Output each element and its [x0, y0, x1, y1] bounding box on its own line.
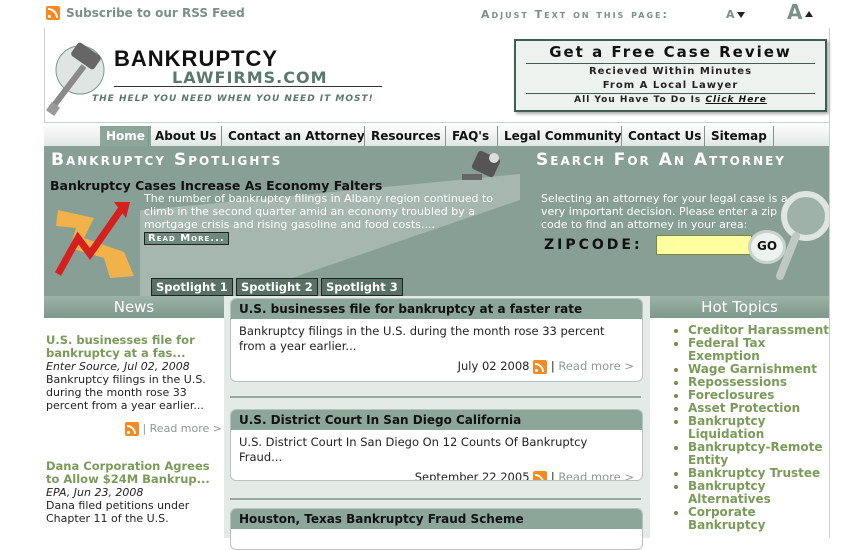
spotlight-title: Bankruptcy Spotlights [51, 150, 283, 170]
news-item-title[interactable]: U.S. businesses file for bankruptcy at a… [46, 334, 222, 360]
zipcode-label: ZIPCODE: [544, 237, 643, 253]
go-button[interactable]: GO [748, 230, 786, 264]
logo-divider [114, 86, 382, 87]
hot-topic-item[interactable]: Bankruptcy Alternatives [688, 480, 829, 506]
search-description: Selecting an attorney for your legal cas… [541, 192, 788, 231]
free-case-review-banner[interactable]: Get a Free Case Review Recieved Within M… [514, 39, 827, 112]
hot-topic-item[interactable]: Bankruptcy-Remote Entity [688, 441, 829, 467]
review-divider [526, 63, 815, 64]
hot-topics-heading: Hot Topics [650, 296, 829, 318]
review-line-1: Recieved Within Minutes [588, 66, 753, 77]
article-title[interactable]: U.S. District Court In San Diego Califor… [231, 410, 642, 430]
gavel-logo-icon[interactable] [44, 38, 114, 118]
article-card: U.S. businesses file for bankruptcy at a… [230, 298, 643, 382]
news-column: News U.S. businesses file for bankruptcy… [44, 296, 224, 538]
article-divider [230, 396, 641, 398]
articles-column: U.S. businesses file for bankruptcy at a… [224, 296, 650, 550]
spotlight-read-more-button[interactable]: Read More... [144, 232, 229, 245]
nav-contact-attorney[interactable]: Contact an Attorney [221, 126, 371, 146]
review-divider [526, 93, 815, 94]
tagline: THE HELP YOU NEED WHEN YOU NEED IT MOST! [92, 94, 374, 104]
spotlight-tab-3[interactable]: Spotlight 3 [321, 278, 403, 296]
rss-subscribe-link[interactable]: Subscribe to our RSS Feed [46, 6, 245, 20]
spotlight-lamp-icon [462, 150, 501, 180]
logo-subtitle: LAWFIRMS.COM [172, 68, 328, 87]
search-attorney-title: Search For An Attorney [536, 150, 787, 170]
article-footer: September 22 2005 | Read more > [231, 470, 642, 481]
article-card: U.S. District Court In San Diego Califor… [230, 409, 643, 481]
article-title[interactable]: U.S. businesses file for bankruptcy at a… [231, 299, 642, 319]
rss-icon [46, 6, 60, 20]
rss-icon[interactable] [124, 422, 139, 436]
zipcode-input[interactable] [656, 235, 752, 255]
article-card: Houston, Texas Bankruptcy Fraud Scheme [230, 508, 643, 550]
rss-subscribe-label: Subscribe to our RSS Feed [66, 6, 245, 20]
nav-sitemap[interactable]: Sitemap [704, 126, 774, 146]
article-date: July 02 2008 [457, 359, 530, 373]
news-item-text: Bankruptcy filings in the U.S. during th… [46, 373, 206, 412]
nav-legal-community[interactable]: Legal Community [497, 126, 628, 146]
hot-topics-column: Hot Topics Creditor Harassment Federal T… [650, 296, 829, 538]
hot-topic-item[interactable]: Federal Tax Exemption [688, 337, 829, 363]
adjust-text-label: Adjust Text on this page: [481, 8, 669, 21]
spotlight-body: The number of bankruptcy filings in Alba… [144, 192, 494, 231]
review-title: Get a Free Case Review [549, 43, 792, 61]
rss-icon[interactable] [533, 359, 548, 374]
rss-icon[interactable] [533, 470, 548, 480]
site-header: BANKRUPTCY LAWFIRMS.COM THE HELP YOU NEE… [44, 28, 829, 122]
news-item: Dana Corporation Agrees to Allow $24M Ba… [44, 460, 224, 526]
main-nav: Home About Us Contact an Attorney Resour… [44, 122, 829, 148]
hot-topics-list: Creditor Harassment Federal Tax Exemptio… [650, 324, 829, 532]
news-item: U.S. businesses file for bankruptcy at a… [44, 334, 224, 436]
click-here-link[interactable]: Click Here [705, 95, 766, 105]
spotlight-tab-1[interactable]: Spotlight 1 [151, 278, 233, 296]
hot-topic-item[interactable]: Corporate Bankruptcy [688, 506, 829, 532]
spotlight-tab-2[interactable]: Spotlight 2 [236, 278, 318, 296]
nav-faqs[interactable]: FAQ's [445, 126, 495, 146]
hot-topic-item[interactable]: Bankruptcy Liquidation [688, 415, 829, 441]
review-line-3: All You Have To Do Is Click Here [516, 95, 825, 105]
article-date: September 22 2005 [414, 470, 530, 481]
nav-resources[interactable]: Resources [364, 126, 447, 146]
review-line-2: From A Local Lawyer [602, 80, 739, 91]
news-item-title[interactable]: Dana Corporation Agrees to Allow $24M Ba… [46, 460, 222, 486]
news-item-text: Dana filed petitions under Chapter 11 of… [46, 499, 190, 525]
nav-about-us[interactable]: About Us [148, 126, 222, 146]
magnifier-icon [776, 191, 829, 280]
news-read-more-link[interactable]: Read more > [150, 422, 222, 435]
review-line-3-prefix: All You Have To Do Is [574, 95, 702, 105]
text-small-a: A [726, 8, 735, 21]
increase-arrow-icon [805, 10, 814, 17]
news-item-footer: | Read more > [46, 422, 222, 436]
article-read-more-link[interactable]: Read more > [558, 359, 634, 373]
decrease-arrow-icon [736, 12, 745, 18]
top-bar: Subscribe to our RSS Feed Adjust Text on… [0, 0, 868, 28]
falling-chart-icon [54, 202, 134, 278]
article-title[interactable]: Houston, Texas Bankruptcy Fraud Scheme [231, 509, 642, 529]
news-item-source: Enter Source, Jul 02, 2008 [46, 360, 190, 373]
text-large-a: A [787, 0, 803, 24]
nav-contact-us[interactable]: Contact Us [621, 126, 707, 146]
article-footer: July 02 2008 | Read more > [457, 359, 634, 374]
article-body: Bankruptcy filings in the U.S. during th… [239, 324, 605, 353]
article-divider [230, 498, 641, 500]
nav-home[interactable]: Home [100, 126, 151, 146]
text-decrease-button[interactable]: A [726, 8, 745, 21]
spotlight-banner: Bankruptcy Spotlights Bankruptcy Cases I… [44, 146, 829, 296]
article-body: U.S. District Court In San Diego On 12 C… [239, 435, 588, 464]
article-read-more-link[interactable]: Read more > [558, 470, 634, 480]
news-item-source: EPA, Jun 23, 2008 [46, 486, 144, 499]
news-heading: News [44, 296, 224, 318]
text-increase-button[interactable]: A [787, 0, 814, 24]
spotlight-headline[interactable]: Bankruptcy Cases Increase As Economy Fal… [50, 178, 382, 193]
